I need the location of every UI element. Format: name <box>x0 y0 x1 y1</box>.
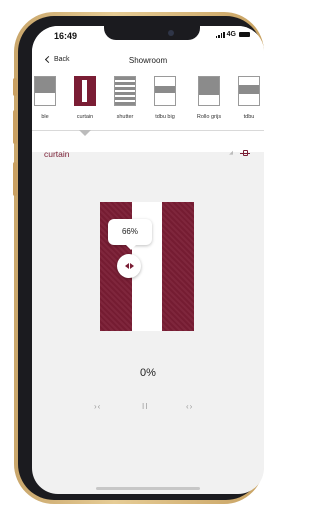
roller-blind-icon <box>34 76 56 106</box>
status-indicators: 4G <box>215 31 250 38</box>
close-button[interactable]: ›‹ <box>94 402 101 411</box>
signal-icon <box>215 31 225 38</box>
device-type-label: shutter <box>116 114 134 120</box>
notch <box>104 26 200 40</box>
page-title: Showroom <box>128 56 168 65</box>
device-type-label: tdbu <box>243 114 255 120</box>
device-status-icons: ◢ <box>229 149 250 157</box>
device-type-shutter[interactable]: shutter <box>110 76 140 120</box>
device-type-label: Rollo grijs <box>196 114 222 120</box>
side-button <box>13 162 17 196</box>
tdbu-icon <box>154 76 176 106</box>
status-time: 16:49 <box>54 31 78 41</box>
network-label: 4G <box>226 31 236 38</box>
home-indicator <box>96 487 200 490</box>
device-type-label: curtain <box>76 114 94 120</box>
side-button <box>13 110 17 144</box>
shutter-icon <box>114 76 136 106</box>
roller-blind-icon <box>198 76 220 106</box>
position-readout: 0% <box>140 367 156 379</box>
arrow-right-icon <box>129 263 134 269</box>
device-type-label: tdbu big <box>155 114 175 120</box>
app-screen: 16:49 4G Back Showroom ble curtain shutt… <box>32 26 264 494</box>
arrow-left-icon <box>124 263 129 269</box>
device-type-curtain[interactable]: curtain <box>70 76 100 120</box>
device-name: curtain <box>44 149 70 159</box>
side-button <box>13 78 17 96</box>
slider-handle[interactable] <box>117 254 141 278</box>
battery-icon <box>239 32 250 37</box>
header: 16:49 4G Back Showroom ble curtain shutt… <box>32 26 264 152</box>
curtain-icon <box>74 76 96 106</box>
tdbu-icon <box>238 76 260 106</box>
stop-button[interactable]: II <box>142 402 148 411</box>
device-type-rollo-grijs[interactable]: Rollo grijs <box>192 76 226 120</box>
plug-icon <box>240 149 250 157</box>
control-buttons: ›‹ II ‹› <box>32 402 264 418</box>
device-type-label: ble <box>41 114 49 120</box>
device-type-tdbu[interactable]: tdbu <box>234 76 264 120</box>
device-type-list[interactable]: ble curtain shutter tdbu big Rollo grijs… <box>32 76 264 126</box>
camera-icon <box>168 30 174 36</box>
divider <box>32 130 264 131</box>
wifi-icon: ◢ <box>229 150 233 156</box>
device-type-tdbu-big[interactable]: tdbu big <box>150 76 180 120</box>
selected-indicator <box>79 130 91 136</box>
slider-value-bubble: 66% <box>108 219 152 250</box>
device-type-ble[interactable]: ble <box>32 76 60 120</box>
open-button[interactable]: ‹› <box>186 402 193 411</box>
